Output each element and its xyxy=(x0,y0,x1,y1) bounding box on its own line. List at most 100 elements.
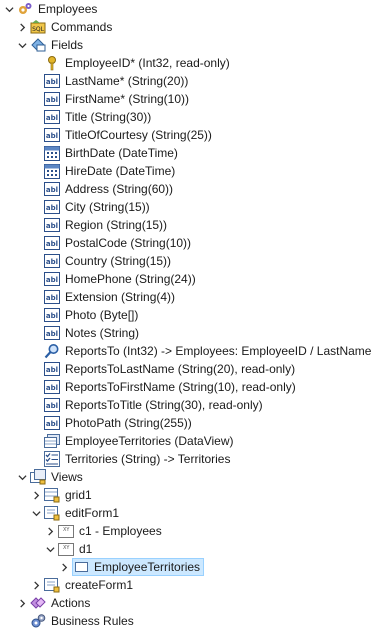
svg-text:XY: XY xyxy=(63,527,70,533)
form-view-icon xyxy=(44,505,60,521)
text-field-icon: abl xyxy=(44,127,60,143)
text-field-icon: abl xyxy=(44,289,60,305)
text-field-icon: abl xyxy=(44,307,60,323)
field-label: ReportsToFirstName (String(10), read-onl… xyxy=(65,380,296,394)
tree-node-employeeterritories[interactable]: EmployeeTerritories xyxy=(0,558,372,576)
chevron-right-icon[interactable] xyxy=(30,576,42,594)
chevron-right-icon[interactable] xyxy=(44,522,56,540)
actions-icon xyxy=(30,595,46,611)
field-employeeterritories[interactable]: EmployeeTerritories (DataView) xyxy=(0,432,372,450)
field-label: Notes (String) xyxy=(65,326,140,340)
field-notes[interactable]: abl Notes (String) xyxy=(0,324,372,342)
chevron-down-icon[interactable] xyxy=(16,36,28,54)
text-field-icon: abl xyxy=(44,181,60,197)
text-field-icon: abl xyxy=(44,253,60,269)
field-postalcode[interactable]: abl PostalCode (String(10)) xyxy=(0,234,372,252)
field-birthdate[interactable]: BirthDate (DateTime) xyxy=(0,144,372,162)
text-field-icon: abl xyxy=(44,397,60,413)
tree-node-fields[interactable]: Fields xyxy=(0,36,372,54)
tree-node-actions[interactable]: Actions xyxy=(0,594,372,612)
field-label: HomePhone (String(24)) xyxy=(65,272,196,286)
tree-node-business-rules[interactable]: Business Rules xyxy=(0,612,372,630)
form-view-icon xyxy=(44,577,60,593)
field-firstname[interactable]: abl FirstName* (String(10)) xyxy=(0,90,372,108)
chevron-right-icon[interactable] xyxy=(16,594,28,612)
chevron-down-icon[interactable] xyxy=(16,468,28,486)
chevron-right-icon[interactable] xyxy=(16,18,28,36)
tree-node-label: Employees xyxy=(38,2,98,16)
controller-gear-icon xyxy=(17,1,33,17)
svg-text:abl: abl xyxy=(46,222,58,230)
field-region[interactable]: abl Region (String(15)) xyxy=(0,216,372,234)
field-photopath[interactable]: abl PhotoPath (String(255)) xyxy=(0,414,372,432)
field-city[interactable]: abl City (String(15)) xyxy=(0,198,372,216)
chevron-down-icon[interactable] xyxy=(3,0,15,18)
chevron-down-icon[interactable] xyxy=(44,540,56,558)
field-label: PhotoPath (String(255)) xyxy=(65,416,192,430)
grid-view-icon xyxy=(44,487,60,503)
category-icon: XY xyxy=(58,523,74,539)
field-employeeid[interactable]: EmployeeID* (Int32, read-only) xyxy=(0,54,372,72)
field-reportstotitle[interactable]: abl ReportsToTitle (String(30), read-onl… xyxy=(0,396,372,414)
field-label: FirstName* (String(10)) xyxy=(65,92,190,106)
text-field-icon: abl xyxy=(44,379,60,395)
tree-node-editform1[interactable]: editForm1 xyxy=(0,504,372,522)
field-reportstofirstname[interactable]: abl ReportsToFirstName (String(10), read… xyxy=(0,378,372,396)
calendar-icon xyxy=(44,145,60,161)
chevron-right-icon[interactable] xyxy=(58,558,70,576)
field-extension[interactable]: abl Extension (String(4)) xyxy=(0,288,372,306)
field-photo[interactable]: abl Photo (Byte[]) xyxy=(0,306,372,324)
text-field-icon: abl xyxy=(44,73,60,89)
tree-node-views[interactable]: Views xyxy=(0,468,372,486)
business-rules-gear-icon xyxy=(30,613,46,629)
field-address[interactable]: abl Address (String(60)) xyxy=(0,180,372,198)
field-label: Photo (Byte[]) xyxy=(65,308,139,322)
tree-node-commands[interactable]: SQL Commands xyxy=(0,18,372,36)
text-field-icon: abl xyxy=(44,271,60,287)
selected-item[interactable]: EmployeeTerritories xyxy=(72,558,205,576)
text-field-icon: abl xyxy=(44,325,60,341)
field-hiredate[interactable]: HireDate (DateTime) xyxy=(0,162,372,180)
dataview-field-icon xyxy=(73,559,89,575)
lookup-search-icon xyxy=(44,343,60,359)
field-reportstolastname[interactable]: abl ReportsToLastName (String(20), read-… xyxy=(0,360,372,378)
tree-node-label: d1 xyxy=(79,542,93,556)
tree-node-grid1[interactable]: grid1 xyxy=(0,486,372,504)
field-label: Region (String(15)) xyxy=(65,218,168,232)
fields-icon xyxy=(30,37,46,53)
tree-node-label: editForm1 xyxy=(65,506,120,520)
field-reportsto[interactable]: ReportsTo (Int32) -> Employees: Employee… xyxy=(0,342,372,360)
text-field-icon: abl xyxy=(44,415,60,431)
field-lastname[interactable]: abl LastName* (String(20)) xyxy=(0,72,372,90)
project-explorer-tree: Employees SQL Commands Fields EmployeeID… xyxy=(0,0,372,630)
field-label: City (String(15)) xyxy=(65,200,150,214)
svg-text:abl: abl xyxy=(46,366,58,374)
text-field-icon: abl xyxy=(44,361,60,377)
tree-node-employees[interactable]: Employees xyxy=(0,0,372,18)
field-label: Title (String(30)) xyxy=(65,110,152,124)
field-label: ReportsToLastName (String(20), read-only… xyxy=(65,362,296,376)
chevron-right-icon[interactable] xyxy=(30,486,42,504)
checklist-icon xyxy=(44,451,60,467)
tree-node-label: Fields xyxy=(51,38,84,52)
svg-text:abl: abl xyxy=(46,132,58,140)
field-label: Address (String(60)) xyxy=(65,182,174,196)
field-label: Territories (String) -> Territories xyxy=(65,452,231,466)
svg-text:abl: abl xyxy=(46,312,58,320)
svg-text:abl: abl xyxy=(46,240,58,248)
svg-text:SQL: SQL xyxy=(32,26,45,33)
field-country[interactable]: abl Country (String(15)) xyxy=(0,252,372,270)
field-titleofcourtesy[interactable]: abl TitleOfCourtesy (String(25)) xyxy=(0,126,372,144)
field-label: PostalCode (String(10)) xyxy=(65,236,192,250)
tree-node-label: grid1 xyxy=(65,488,92,502)
svg-text:abl: abl xyxy=(46,258,58,266)
text-field-icon: abl xyxy=(44,199,60,215)
tree-node-c1[interactable]: XY c1 - Employees xyxy=(0,522,372,540)
tree-node-createform1[interactable]: createForm1 xyxy=(0,576,372,594)
field-title[interactable]: abl Title (String(30)) xyxy=(0,108,372,126)
field-label: TitleOfCourtesy (String(25)) xyxy=(65,128,212,142)
chevron-down-icon[interactable] xyxy=(30,504,42,522)
field-homephone[interactable]: abl HomePhone (String(24)) xyxy=(0,270,372,288)
tree-node-d1[interactable]: XY d1 xyxy=(0,540,372,558)
field-territories[interactable]: Territories (String) -> Territories xyxy=(0,450,372,468)
